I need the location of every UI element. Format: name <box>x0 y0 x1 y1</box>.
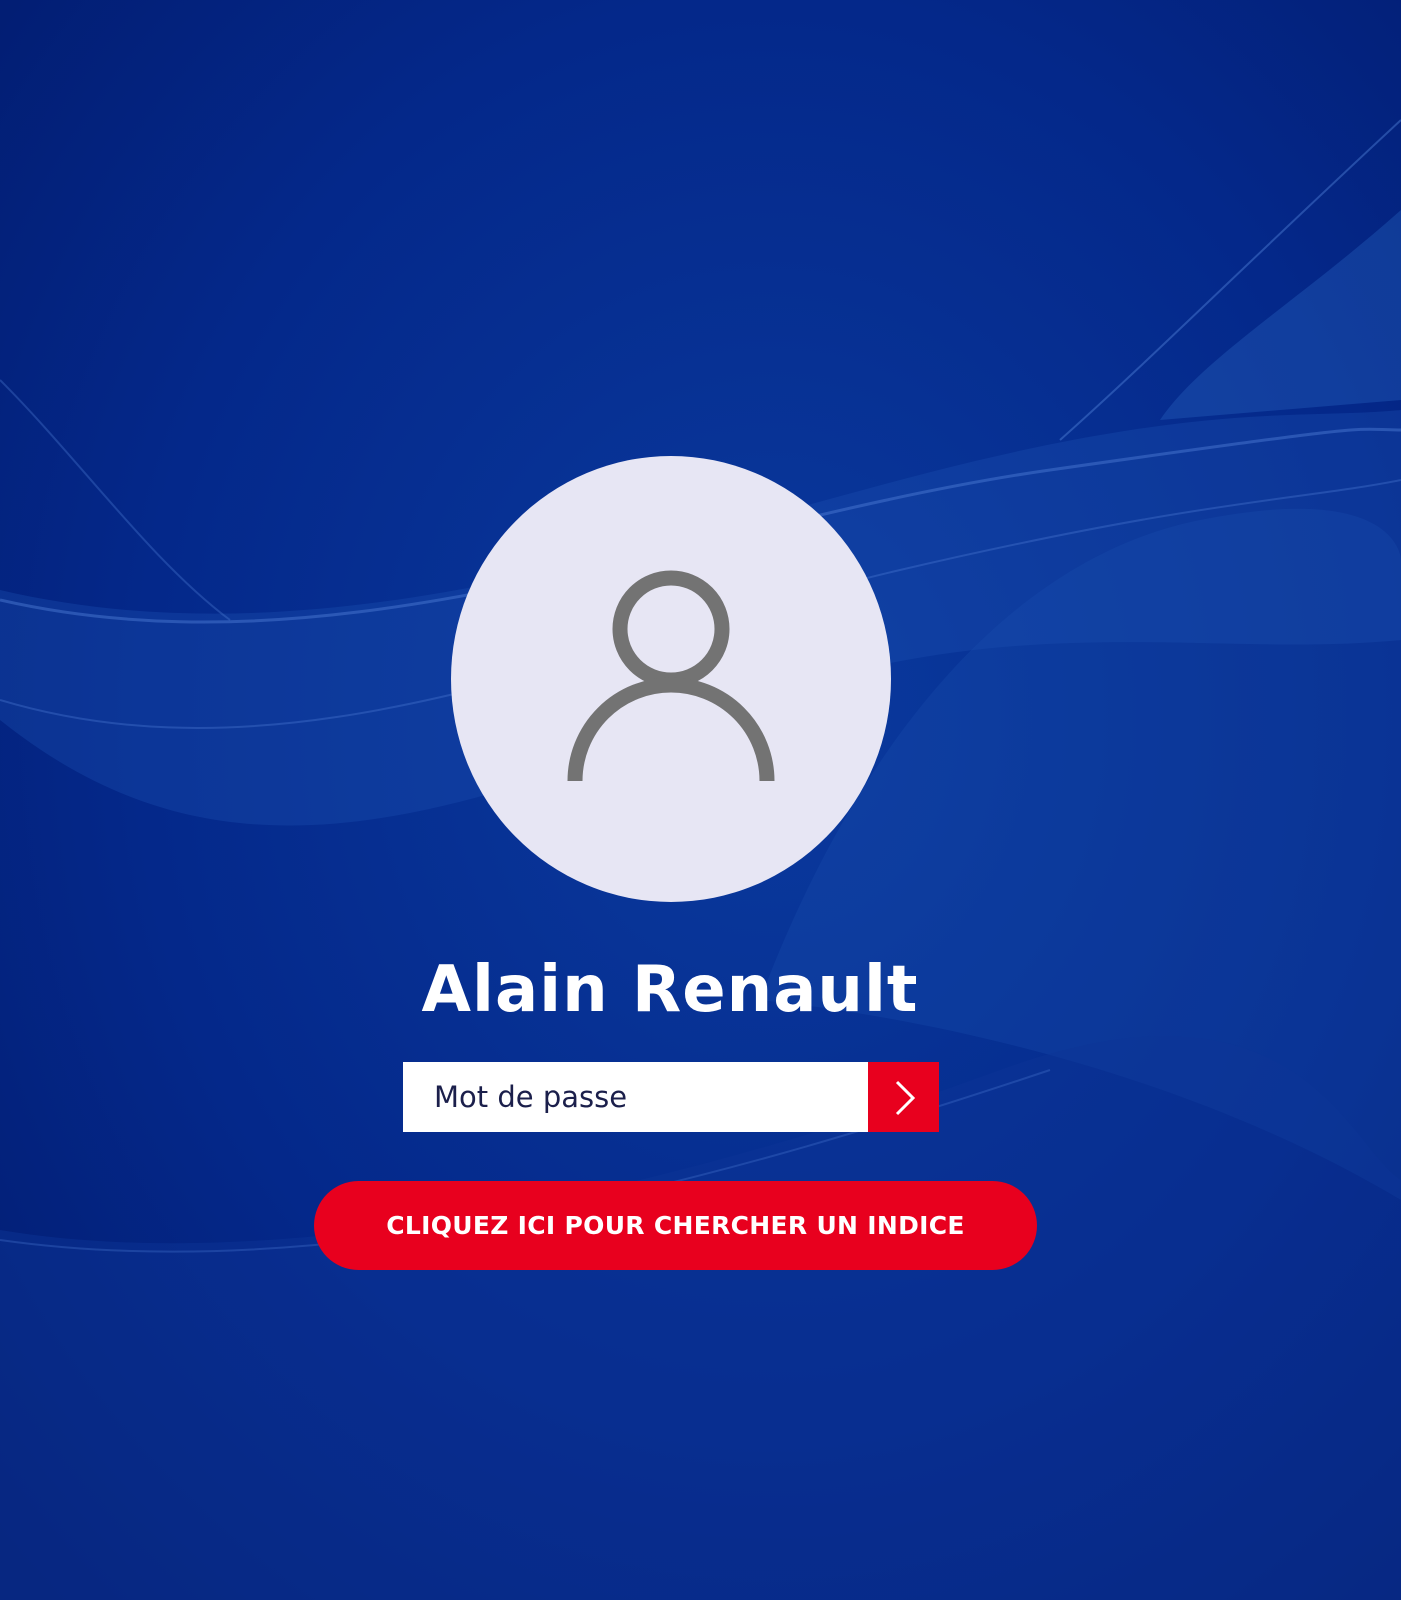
avatar <box>451 456 891 902</box>
hint-button[interactable]: CLIQUEZ ICI POUR CHERCHER UN INDICE <box>314 1181 1037 1270</box>
user-name: Alain Renault <box>421 953 919 1027</box>
chevron-right-icon <box>895 1080 916 1116</box>
password-input[interactable] <box>403 1062 868 1132</box>
user-icon <box>567 570 775 782</box>
submit-button[interactable] <box>868 1062 939 1132</box>
